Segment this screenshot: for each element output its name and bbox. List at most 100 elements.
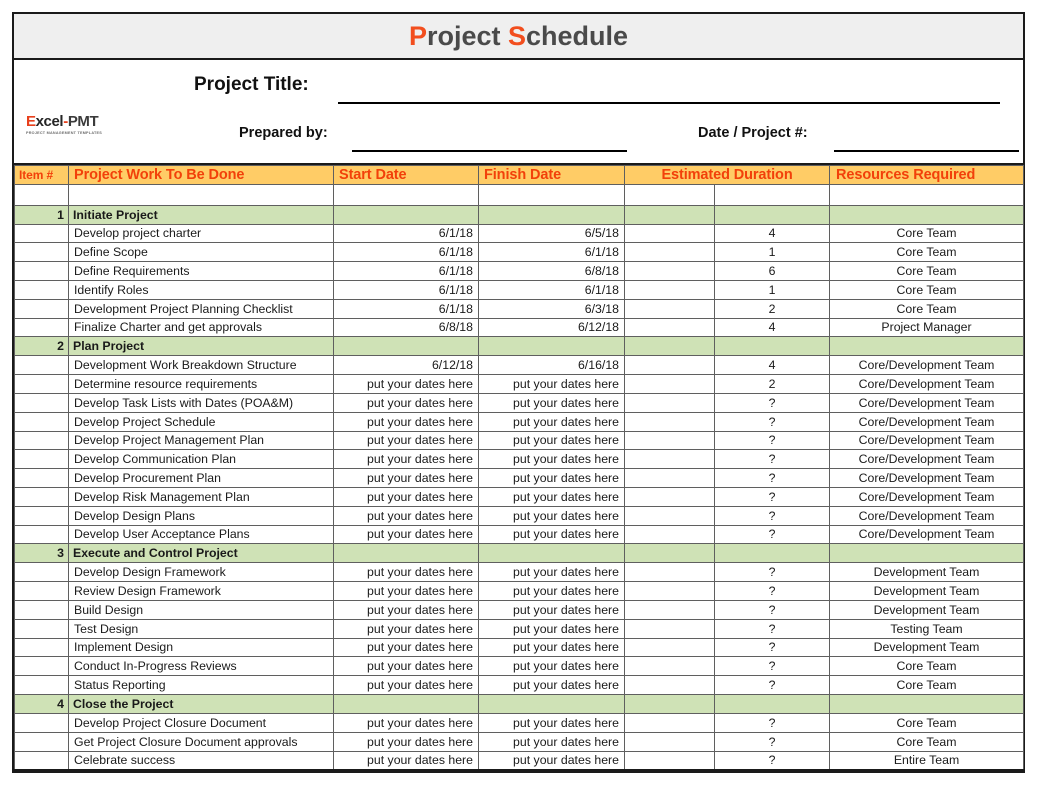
cell-work-description[interactable]: Develop Communication Plan xyxy=(68,449,334,470)
table-row[interactable]: Develop Design Framework put your dates h… xyxy=(14,562,1025,583)
table-row[interactable]: Implement Design put your dates here put y… xyxy=(14,637,1025,658)
table-row[interactable]: Finalize Charter and get approvals 6/8/18… xyxy=(14,317,1025,338)
cell-finish-date[interactable]: put your dates here xyxy=(478,411,625,432)
cell-resources-required[interactable]: Core/Development Team xyxy=(829,449,1025,470)
cell-estimated-duration[interactable]: ? xyxy=(713,581,831,601)
cell-finish-date[interactable]: put your dates here xyxy=(478,675,625,695)
cell-resources-required[interactable]: Development Team xyxy=(829,581,1025,601)
cell-start-date[interactable]: put your dates here xyxy=(333,524,479,545)
cell-resources-required[interactable] xyxy=(829,204,1025,225)
cell-duration-spacer[interactable] xyxy=(624,242,715,263)
cell-item-number[interactable] xyxy=(14,223,69,244)
cell-resources-required[interactable] xyxy=(829,336,1025,357)
cell-finish-date[interactable]: put your dates here xyxy=(478,468,625,488)
column-header-item[interactable]: Item # xyxy=(14,165,69,185)
cell-resources-required[interactable]: Core/Development Team xyxy=(829,505,1025,526)
table-row[interactable]: Get Project Closure Document approvals pu… xyxy=(14,731,1025,752)
cell-start-date[interactable]: put your dates here xyxy=(333,486,479,507)
table-section-row[interactable]: 4 Close the Project xyxy=(14,693,1025,714)
cell-estimated-duration[interactable]: 1 xyxy=(713,279,831,300)
table-row[interactable]: Develop Project Closure Document put your… xyxy=(14,712,1025,733)
cell-duration-spacer[interactable] xyxy=(624,374,715,394)
cell-resources-required[interactable]: Development Team xyxy=(829,599,1025,620)
cell-finish-date[interactable] xyxy=(478,543,625,564)
cell-duration-spacer[interactable] xyxy=(624,317,715,338)
cell-duration-spacer[interactable] xyxy=(624,449,715,470)
cell-estimated-duration[interactable]: ? xyxy=(713,599,831,620)
cell-estimated-duration[interactable] xyxy=(713,693,831,714)
cell-start-date[interactable]: put your dates here xyxy=(333,731,479,752)
table-row[interactable]: Develop project charter 6/1/18 6/5/18 4 Core… xyxy=(14,223,1025,244)
cell-finish-date[interactable]: put your dates here xyxy=(478,712,625,733)
cell-item-number[interactable] xyxy=(14,411,69,432)
cell-start-date[interactable]: put your dates here xyxy=(333,656,479,677)
cell-item-number[interactable] xyxy=(14,317,69,338)
cell-work-description[interactable]: Develop project charter xyxy=(68,223,334,244)
cell-duration-spacer[interactable] xyxy=(624,223,715,244)
table-row[interactable]: Develop Risk Management Plan put your dat… xyxy=(14,486,1025,507)
cell-resources-required[interactable]: Core Team xyxy=(829,261,1025,281)
prepared-by-input[interactable] xyxy=(352,150,627,152)
table-section-row[interactable]: 2 Plan Project xyxy=(14,336,1025,357)
cell-estimated-duration[interactable]: ? xyxy=(713,468,831,488)
cell-finish-date[interactable]: put your dates here xyxy=(478,750,625,771)
cell-item-number[interactable] xyxy=(14,599,69,620)
cell-work-description[interactable]: Identify Roles xyxy=(68,279,334,300)
cell-estimated-duration[interactable]: ? xyxy=(713,750,831,771)
cell-estimated-duration[interactable]: ? xyxy=(713,562,831,583)
cell-finish-date[interactable]: put your dates here xyxy=(478,562,625,583)
cell-finish-date[interactable]: 6/1/18 xyxy=(478,242,625,263)
cell-item-number[interactable] xyxy=(14,524,69,545)
table-row[interactable]: Develop Procurement Plan put your dates h… xyxy=(14,468,1025,488)
cell-duration-spacer[interactable] xyxy=(624,524,715,545)
cell-duration-spacer[interactable] xyxy=(624,543,715,564)
cell-finish-date[interactable] xyxy=(478,183,625,206)
cell-resources-required[interactable]: Core/Development Team xyxy=(829,411,1025,432)
cell-work-description[interactable]: Review Design Framework xyxy=(68,581,334,601)
cell-start-date[interactable] xyxy=(333,693,479,714)
cell-start-date[interactable]: put your dates here xyxy=(333,430,479,451)
cell-resources-required[interactable]: Core/Development Team xyxy=(829,468,1025,488)
cell-start-date[interactable]: put your dates here xyxy=(333,618,479,639)
cell-resources-required[interactable]: Core/Development Team xyxy=(829,374,1025,394)
cell-start-date[interactable]: 6/1/18 xyxy=(333,242,479,263)
cell-start-date[interactable]: put your dates here xyxy=(333,675,479,695)
cell-resources-required[interactable]: Core Team xyxy=(829,279,1025,300)
cell-duration-spacer[interactable] xyxy=(624,656,715,677)
cell-item-number[interactable] xyxy=(14,486,69,507)
cell-work-description[interactable]: Conduct In-Progress Reviews xyxy=(68,656,334,677)
table-row[interactable]: Determine resource requirements put your … xyxy=(14,374,1025,394)
cell-start-date[interactable] xyxy=(333,183,479,206)
column-header-start-date[interactable]: Start Date xyxy=(333,165,479,185)
cell-estimated-duration[interactable] xyxy=(713,543,831,564)
cell-start-date[interactable]: 6/1/18 xyxy=(333,223,479,244)
cell-item-number[interactable] xyxy=(14,355,69,376)
cell-start-date[interactable]: 6/1/18 xyxy=(333,279,479,300)
cell-estimated-duration[interactable]: 2 xyxy=(713,374,831,394)
cell-work-description[interactable]: Develop Design Framework xyxy=(68,562,334,583)
cell-finish-date[interactable]: 6/8/18 xyxy=(478,261,625,281)
cell-duration-spacer[interactable] xyxy=(624,336,715,357)
cell-duration-spacer[interactable] xyxy=(624,712,715,733)
table-row[interactable]: Define Requirements 6/1/18 6/8/18 6 Core Tea… xyxy=(14,261,1025,281)
cell-work-description[interactable]: Develop Project Management Plan xyxy=(68,430,334,451)
cell-resources-required[interactable]: Core/Development Team xyxy=(829,430,1025,451)
cell-finish-date[interactable]: 6/16/18 xyxy=(478,355,625,376)
cell-duration-spacer[interactable] xyxy=(624,599,715,620)
cell-finish-date[interactable]: put your dates here xyxy=(478,618,625,639)
cell-work-description[interactable]: Develop Design Plans xyxy=(68,505,334,526)
cell-work-description[interactable]: Get Project Closure Document approvals xyxy=(68,731,334,752)
cell-work-description[interactable]: Build Design xyxy=(68,599,334,620)
cell-work-description[interactable]: Develop User Acceptance Plans xyxy=(68,524,334,545)
cell-duration-spacer[interactable] xyxy=(624,675,715,695)
cell-work-description[interactable]: Development Project Planning Checklist xyxy=(68,298,334,319)
table-row[interactable]: Development Work Breakdown Structure 6/12… xyxy=(14,355,1025,376)
cell-duration-spacer[interactable] xyxy=(624,298,715,319)
cell-finish-date[interactable]: put your dates here xyxy=(478,524,625,545)
cell-work-description[interactable]: Develop Task Lists with Dates (POA&M) xyxy=(68,392,334,413)
cell-work-description[interactable]: Plan Project xyxy=(68,336,334,357)
cell-finish-date[interactable]: put your dates here xyxy=(478,486,625,507)
cell-estimated-duration[interactable]: 4 xyxy=(713,223,831,244)
cell-resources-required[interactable]: Development Team xyxy=(829,637,1025,658)
cell-estimated-duration[interactable]: 1 xyxy=(713,242,831,263)
